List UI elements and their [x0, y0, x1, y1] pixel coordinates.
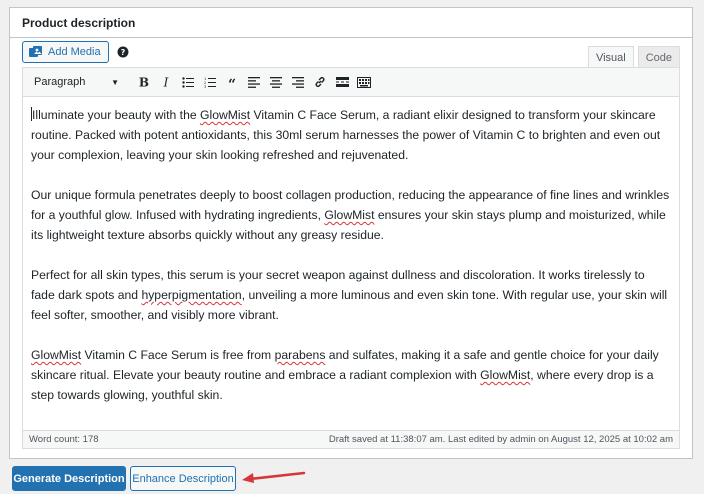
misspelled-word: parabens	[274, 348, 326, 362]
help-icon[interactable]: ?	[117, 46, 129, 58]
draft-saved-status: Draft saved at 11:38:07 am. Last edited …	[328, 434, 673, 445]
text-segment: Vitamin C Face Serum is free from	[81, 348, 275, 362]
align-right-icon[interactable]	[287, 72, 309, 92]
editor-content[interactable]: Illuminate your beauty with the GlowMist…	[23, 97, 679, 430]
link-icon[interactable]	[309, 72, 331, 92]
editor-tabs: Visual Code	[584, 46, 680, 68]
tab-code[interactable]: Code	[637, 46, 680, 68]
arrow-pointer-icon	[242, 471, 306, 483]
svg-text:B: B	[139, 76, 149, 88]
chevron-down-icon: ▼	[111, 77, 119, 87]
product-description-panel: Product description Add Media ? Visual C…	[9, 7, 693, 459]
align-center-icon[interactable]	[265, 72, 287, 92]
word-count: Word count: 178	[29, 434, 99, 445]
misspelled-word: GlowMist	[480, 368, 531, 382]
misspelled-word: GlowMist	[200, 108, 251, 122]
read-more-icon[interactable]	[331, 72, 353, 92]
svg-text:I: I	[163, 76, 169, 88]
media-row: Add Media ? Visual Code	[22, 41, 680, 68]
generate-description-button[interactable]: Generate Description	[12, 466, 126, 491]
svg-text:“: “	[228, 77, 236, 87]
panel-title: Product description	[22, 15, 136, 30]
media-icon	[29, 46, 42, 57]
enhance-description-button[interactable]: Enhance Description	[130, 466, 236, 491]
content-paragraph: Illuminate your beauty with the GlowMist…	[31, 105, 670, 165]
misspelled-word: hyperpigmentation	[141, 288, 242, 302]
add-media-button[interactable]: Add Media	[22, 41, 109, 63]
bold-icon[interactable]: B	[133, 72, 155, 92]
toolbar-toggle-icon[interactable]	[353, 72, 375, 92]
add-media-label: Add Media	[48, 46, 101, 58]
panel-header: Product description	[10, 8, 692, 38]
tab-visual[interactable]: Visual	[587, 46, 634, 68]
misspelled-word: GlowMist	[31, 348, 82, 362]
blockquote-icon[interactable]: “	[221, 72, 243, 92]
content-paragraph: Perfect for all skin types, this serum i…	[31, 265, 670, 325]
content-paragraph: Our unique formula penetrates deeply to …	[31, 185, 670, 245]
align-left-icon[interactable]	[243, 72, 265, 92]
italic-icon[interactable]: I	[155, 72, 177, 92]
content-paragraph: GlowMist Vitamin C Face Serum is free fr…	[31, 345, 670, 405]
format-select-value: Paragraph	[34, 76, 86, 88]
text-segment: Illuminate your beauty with the	[32, 108, 201, 122]
numbered-list-icon[interactable]: 123	[199, 72, 221, 92]
editor: Paragraph ▼ B I 123 “ Illuminate your be…	[22, 67, 680, 449]
editor-statusbar: Word count: 178 Draft saved at 11:38:07 …	[23, 430, 679, 448]
svg-text:?: ?	[121, 48, 126, 57]
format-select[interactable]: Paragraph ▼	[29, 72, 125, 92]
svg-text:3: 3	[204, 85, 206, 88]
bullet-list-icon[interactable]	[177, 72, 199, 92]
misspelled-word: GlowMist	[324, 208, 375, 222]
editor-toolbar: Paragraph ▼ B I 123 “	[23, 68, 679, 97]
